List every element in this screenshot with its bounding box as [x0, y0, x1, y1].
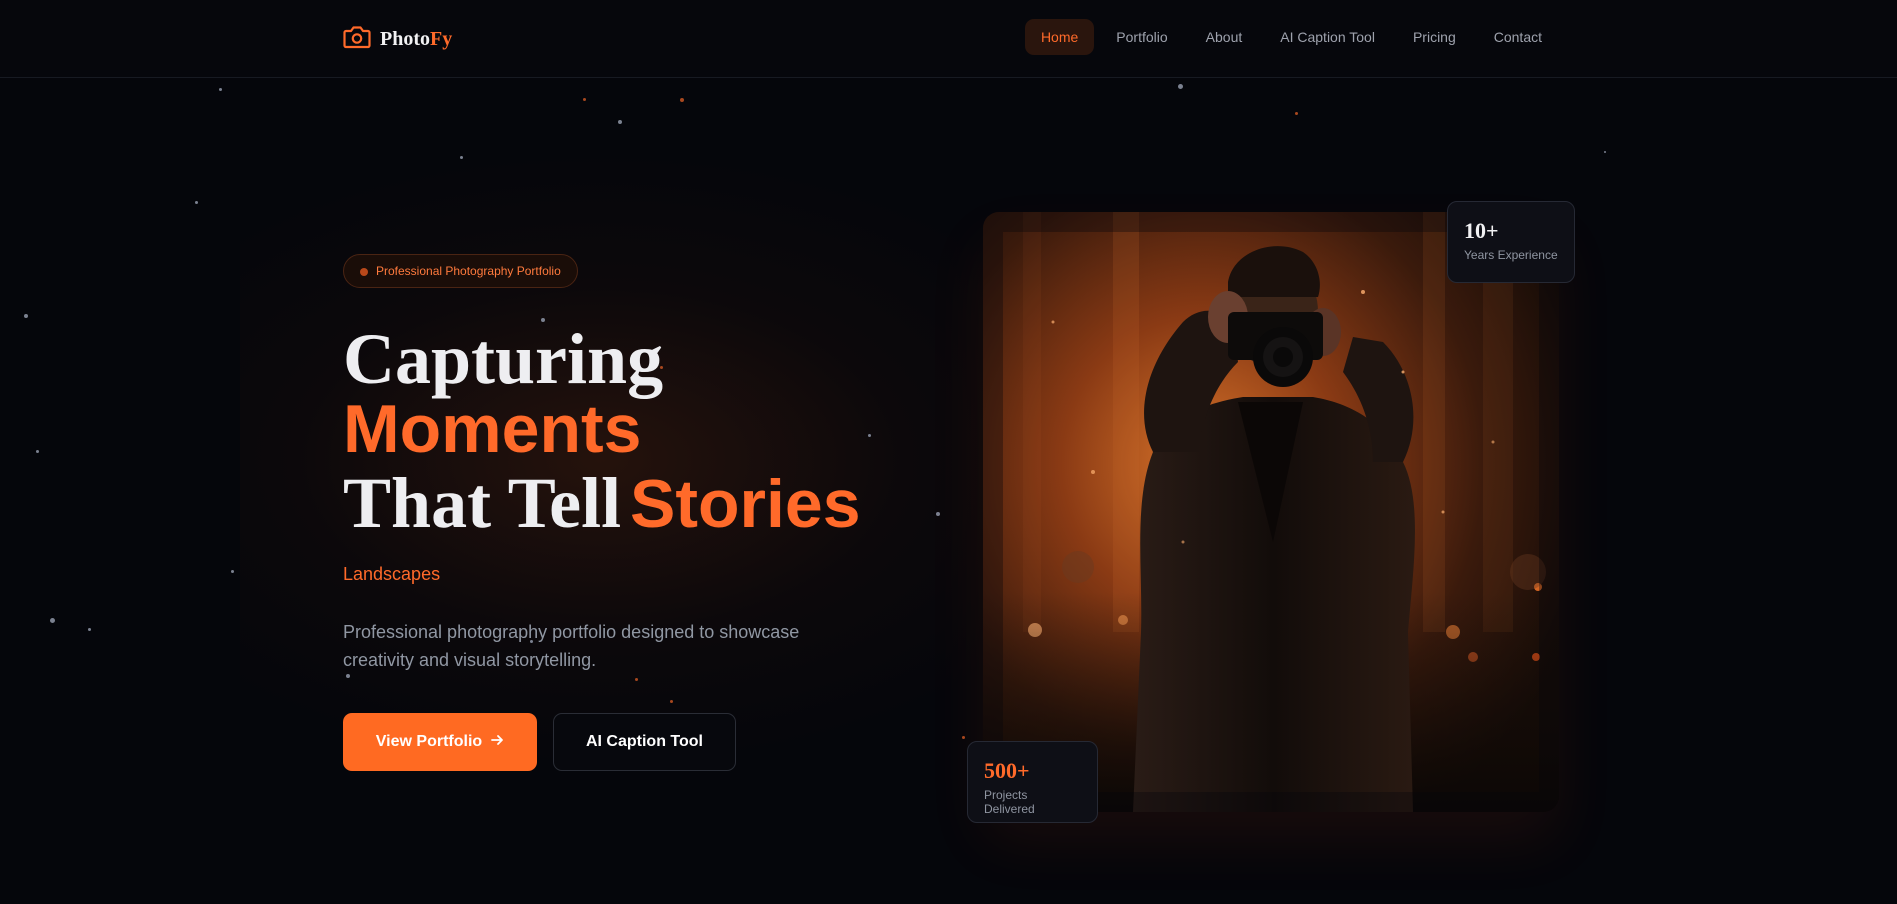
- nav-about[interactable]: About: [1190, 19, 1259, 55]
- nav-contact[interactable]: Contact: [1478, 19, 1558, 55]
- stat-card-projects: 500+ Projects Delivered: [967, 741, 1098, 823]
- brand-logo[interactable]: PhotoFy: [343, 24, 452, 55]
- nav-pricing[interactable]: Pricing: [1397, 19, 1472, 55]
- view-portfolio-label: View Portfolio: [375, 733, 483, 750]
- nav-ai-caption-tool[interactable]: AI Caption Tool: [1264, 19, 1391, 55]
- title-line-2: Moments: [343, 391, 642, 467]
- main-menu: Home Portfolio About AI Caption Tool Pri…: [1024, 19, 1558, 55]
- stat-projects-label: Projects Delivered: [984, 788, 1035, 816]
- title-line-1: Capturing: [343, 319, 664, 399]
- arrow-right-icon: [490, 733, 504, 752]
- hero-badge: Professional Photography Portfolio: [343, 254, 578, 288]
- camera-icon: [343, 24, 371, 55]
- top-navbar: PhotoFy Home Portfolio About AI Caption …: [0, 0, 1897, 78]
- title-line-3: That Tell: [343, 463, 622, 543]
- nav-home[interactable]: Home: [1024, 19, 1095, 55]
- stat-card-years: 10+ Years Experience: [1447, 201, 1575, 283]
- hero-photo: [983, 212, 1559, 812]
- brand-name: PhotoFy: [380, 28, 453, 50]
- stat-years-value: 10+: [1464, 218, 1499, 243]
- title-line-3-accent: Stories: [630, 466, 861, 542]
- stat-projects-value: 500+: [984, 758, 1030, 783]
- stat-years-label: Years Experience: [1464, 248, 1558, 262]
- ai-caption-tool-button[interactable]: AI Caption Tool: [553, 713, 736, 771]
- typed-category: Landscapes: [343, 564, 441, 584]
- hero-title: Capturing Moments That Tell Stories: [343, 318, 861, 543]
- nav-portfolio[interactable]: Portfolio: [1100, 19, 1183, 55]
- hero-description: Professional photography portfolio desig…: [343, 622, 800, 670]
- view-portfolio-button[interactable]: View Portfolio: [343, 713, 537, 771]
